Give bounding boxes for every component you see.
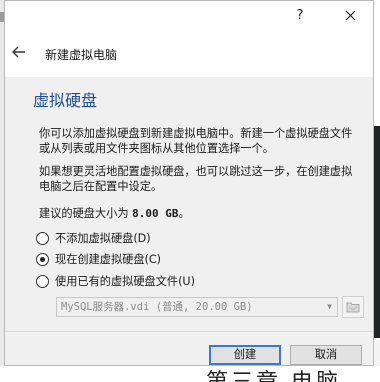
help-button[interactable]: ? (283, 1, 317, 31)
recommended-size-suffix: 。 (178, 207, 190, 220)
folder-icon (346, 302, 360, 313)
option-create-disk-label: 现在创建虚拟硬盘(C) (55, 253, 162, 266)
existing-disk-value: MySQL服务器.vdi (普通, 20.00 GB) (61, 301, 253, 313)
wizard-title: 新建虚拟电脑 (45, 48, 118, 62)
option-existing-disk-label: 使用已有的虚拟硬盘文件(U) (55, 275, 195, 288)
existing-disk-select[interactable]: MySQL服务器.vdi (普通, 20.00 GB) ▼ (56, 297, 338, 317)
option-existing-disk[interactable]: 使用已有的虚拟硬盘文件(U) (36, 273, 195, 289)
intro-text: 你可以添加虚拟硬盘到新建虚拟电脑中。新建一个虚拟硬盘文件或从列表或用文件夹图标从… (39, 127, 353, 155)
footer-separator (5, 331, 373, 332)
option-no-disk[interactable]: 不添加虚拟硬盘(D) (36, 230, 151, 246)
recommended-size-value: 8.00 GB (132, 207, 179, 220)
cancel-button[interactable]: 取消 (290, 345, 362, 365)
radio-no-disk[interactable] (36, 231, 49, 245)
create-button[interactable]: 创建 (209, 345, 281, 365)
close-icon (345, 10, 355, 21)
background-document: 第三章 电脑 (0, 366, 380, 382)
wizard-nav: 新建虚拟电脑 (5, 31, 373, 77)
radio-create-disk[interactable] (36, 252, 49, 266)
close-button[interactable] (333, 1, 367, 31)
radio-existing-disk[interactable] (36, 274, 49, 288)
choose-disk-file-button[interactable] (342, 296, 364, 318)
option-create-disk[interactable]: 现在创建虚拟硬盘(C) (36, 251, 161, 267)
recommended-size-prefix: 建议的硬盘大小为 (39, 207, 129, 220)
dialog-titlebar: ? (5, 1, 373, 31)
option-no-disk-label: 不添加虚拟硬盘(D) (55, 232, 151, 245)
arrow-left-icon (12, 46, 25, 58)
background-document-text: 第三章 电脑 (206, 366, 341, 382)
back-button[interactable] (11, 45, 31, 63)
recommended-size: 建议的硬盘大小为 8.00 GB。 (39, 205, 190, 221)
background-window-right-dark (374, 126, 380, 338)
advanced-text: 如果想更灵活地配置虚拟硬盘，也可以跳过这一步，在创建虚拟电脑之后在配置中设定。 (39, 165, 353, 193)
new-vm-dialog: ? 新建虚拟电脑 虚拟硬盘 你可以添加虚拟硬盘到新建虚拟电脑中。新建一个虚拟硬盘… (4, 0, 374, 366)
chevron-down-icon: ▼ (327, 302, 332, 311)
page-heading: 虚拟硬盘 (33, 91, 98, 110)
